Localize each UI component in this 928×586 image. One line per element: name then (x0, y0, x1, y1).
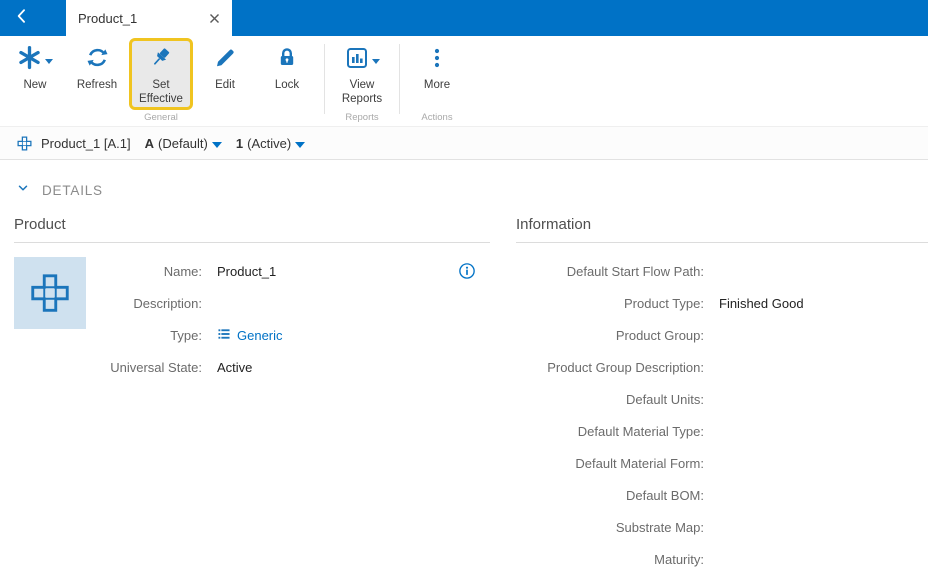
ribbon-toolbar: New Refresh (0, 36, 928, 126)
lock-button-label: Lock (275, 79, 299, 93)
new-button[interactable]: New (5, 38, 65, 93)
field-label: Default Material Type: (516, 424, 710, 439)
field-row: Default Start Flow Path: (516, 255, 928, 287)
details-content: Product Name: Product_1 Description: (0, 200, 928, 586)
field-label: Type: (14, 328, 208, 343)
breadcrumb: Product_1 [A.1] A (Default) 1 (Active) (0, 126, 928, 160)
field-label: Product Group: (516, 328, 710, 343)
field-label: Default Start Flow Path: (516, 264, 710, 279)
product-fields: Name: Product_1 Description: Type: (14, 243, 490, 383)
toolbar-separator (324, 44, 325, 114)
close-icon[interactable] (209, 13, 220, 24)
revision-state: (Active) (247, 136, 291, 151)
new-button-label: New (23, 79, 46, 93)
field-row: Product Group Description: (516, 351, 928, 383)
group-label-actions: Actions (406, 112, 468, 126)
chevron-left-icon (12, 6, 32, 31)
back-button[interactable] (0, 0, 44, 36)
set-effective-button[interactable]: Set Effective (129, 38, 193, 110)
new-asterisk-icon (17, 45, 42, 75)
field-value: Finished Good (710, 296, 928, 311)
report-chart-icon (345, 46, 369, 75)
information-panel-heading: Information (516, 212, 928, 243)
product-panel: Product Name: Product_1 Description: (14, 212, 490, 586)
field-row: Default BOM: (516, 479, 928, 511)
field-row: Product Type: Finished Good (516, 287, 928, 319)
toolbar-group-general: New Refresh (4, 38, 318, 126)
field-row: Substrate Map: (516, 511, 928, 543)
refresh-icon (85, 45, 110, 75)
pencil-icon (213, 46, 237, 75)
edit-button[interactable]: Edit (195, 38, 255, 93)
chevron-down-icon (45, 51, 53, 69)
breadcrumb-entity: Product_1 [A.1] (41, 136, 131, 151)
top-bar: Product_1 (0, 0, 928, 36)
product-image (14, 257, 86, 329)
field-row: Default Material Type: (516, 415, 928, 447)
toolbar-separator (399, 44, 400, 114)
group-label-general: General (4, 112, 318, 126)
field-label: Substrate Map: (516, 520, 710, 535)
field-row: Capacity Class: (516, 575, 928, 586)
version-letter: A (145, 136, 154, 151)
refresh-button[interactable]: Refresh (67, 38, 127, 93)
product-icon (16, 135, 33, 152)
field-value: Generic (208, 327, 490, 344)
chevron-down-icon (16, 181, 30, 200)
field-row: Maturity: (516, 543, 928, 575)
field-value: Active (208, 360, 490, 375)
tab-title: Product_1 (78, 11, 201, 26)
toolbar-group-actions: More Actions (406, 38, 468, 126)
version-state: (Default) (158, 136, 208, 151)
group-label-reports: Reports (331, 112, 393, 126)
type-generic-link[interactable]: Generic (237, 328, 283, 343)
field-value: Product_1 (208, 264, 490, 279)
field-label: Product Group Description: (516, 360, 710, 375)
revision-dropdown[interactable]: 1 (Active) (236, 136, 305, 151)
toolbar-group-reports: View Reports Reports (331, 38, 393, 126)
ellipsis-vertical-icon (425, 46, 449, 75)
field-label: Universal State: (14, 360, 208, 375)
field-row-universal-state: Universal State: Active (14, 351, 490, 383)
lock-icon (275, 46, 299, 75)
app-window: Product_1 New (0, 0, 928, 586)
details-section-toggle[interactable]: DETAILS (16, 180, 928, 200)
information-fields: Default Start Flow Path: Product Type: F… (516, 243, 928, 586)
field-row: Default Units: (516, 383, 928, 415)
information-panel: Information Default Start Flow Path: Pro… (516, 212, 928, 586)
field-label: Default BOM: (516, 488, 710, 503)
field-label: Default Material Form: (516, 456, 710, 471)
edit-button-label: Edit (215, 79, 235, 93)
tab-product-1[interactable]: Product_1 (66, 0, 232, 36)
more-button-label: More (424, 79, 450, 93)
field-label: Product Type: (516, 296, 710, 311)
more-button[interactable]: More (407, 38, 467, 93)
generic-type-icon (217, 327, 231, 344)
details-section-label: DETAILS (42, 183, 103, 198)
revision-number: 1 (236, 136, 243, 151)
chevron-down-icon (372, 51, 380, 69)
field-row: Default Material Form: (516, 447, 928, 479)
view-reports-button-label: View Reports (332, 79, 392, 107)
product-panel-heading: Product (14, 212, 490, 243)
field-row: Product Group: (516, 319, 928, 351)
field-label: Default Units: (516, 392, 710, 407)
view-reports-button[interactable]: View Reports (332, 38, 392, 107)
field-label: Maturity: (516, 552, 710, 567)
refresh-button-label: Refresh (77, 79, 117, 93)
version-dropdown[interactable]: A (Default) (145, 136, 222, 151)
pushpin-icon (149, 46, 173, 75)
lock-button[interactable]: Lock (257, 38, 317, 93)
chevron-down-icon (295, 136, 305, 151)
chevron-down-icon (212, 136, 222, 151)
info-icon[interactable] (458, 262, 476, 280)
set-effective-button-label: Set Effective (132, 79, 190, 107)
